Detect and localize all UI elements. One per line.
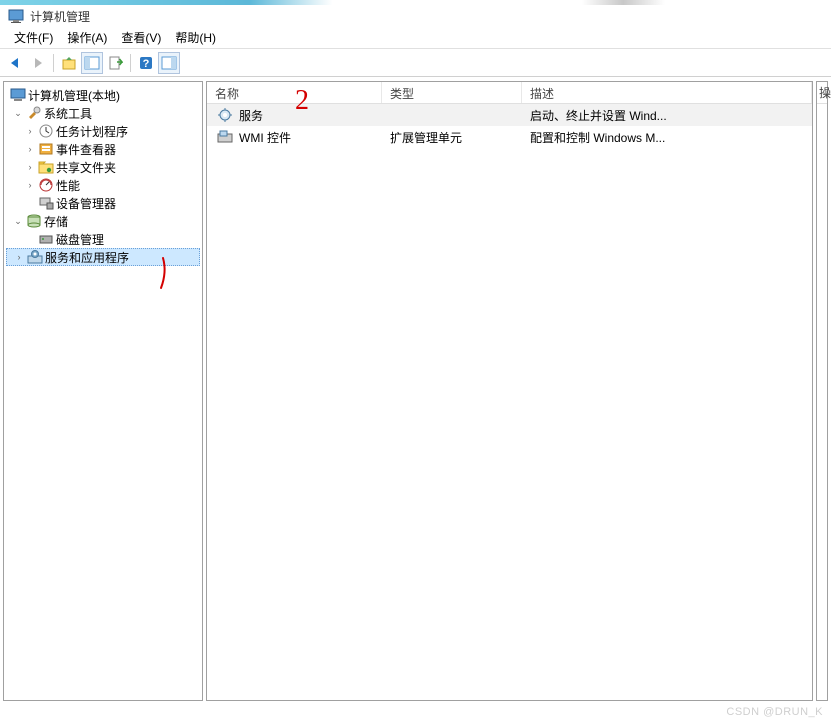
- menu-file[interactable]: 文件(F): [8, 27, 59, 48]
- tree-label: 事件查看器: [56, 141, 116, 158]
- menu-action[interactable]: 操作(A): [61, 27, 113, 48]
- tree-label: 性能: [56, 177, 80, 194]
- tree-label: 服务和应用程序: [45, 249, 129, 266]
- tree-panel[interactable]: 计算机管理(本地) ⌄ 系统工具 › 任务计划程序 › 事件查看器: [3, 81, 203, 701]
- tree-disk-mgmt[interactable]: 磁盘管理: [6, 230, 200, 248]
- disk-icon: [38, 231, 54, 247]
- expand-icon[interactable]: ›: [13, 252, 25, 262]
- tree-task-scheduler[interactable]: › 任务计划程序: [6, 122, 200, 140]
- tree-shared-folders[interactable]: › 共享文件夹: [6, 158, 200, 176]
- expand-icon[interactable]: ›: [24, 126, 36, 136]
- col-header-name[interactable]: 名称: [207, 82, 382, 103]
- performance-icon: [38, 177, 54, 193]
- show-hide-action-pane-button[interactable]: [158, 52, 180, 74]
- cell-name: WMI 控件: [239, 129, 291, 146]
- col-header-type[interactable]: 类型: [382, 82, 522, 103]
- list-row-services[interactable]: 服务 启动、终止并设置 Wind...: [207, 104, 812, 126]
- cell-type: 扩展管理单元: [382, 127, 522, 148]
- tree-label: 设备管理器: [56, 195, 116, 212]
- cell-desc: 启动、终止并设置 Wind...: [522, 105, 812, 126]
- event-icon: [38, 141, 54, 157]
- svg-text:?: ?: [143, 58, 150, 70]
- tree-root[interactable]: 计算机管理(本地): [6, 86, 200, 104]
- forward-button[interactable]: [27, 52, 49, 74]
- tree-device-manager[interactable]: 设备管理器: [6, 194, 200, 212]
- app-icon: [8, 8, 24, 24]
- show-hide-tree-button[interactable]: [81, 52, 103, 74]
- clock-icon: [38, 123, 54, 139]
- tree-label: 磁盘管理: [56, 231, 104, 248]
- wmi-icon: [217, 129, 233, 145]
- expand-icon[interactable]: ›: [24, 180, 36, 190]
- tree-label: 系统工具: [44, 105, 92, 122]
- menu-help[interactable]: 帮助(H): [169, 27, 222, 48]
- list-header: 名称 类型 描述: [207, 82, 812, 104]
- expand-icon[interactable]: ›: [24, 144, 36, 154]
- tree-storage[interactable]: ⌄ 存储: [6, 212, 200, 230]
- collapse-icon[interactable]: ⌄: [12, 108, 24, 119]
- storage-icon: [26, 213, 42, 229]
- titlebar: 计算机管理: [0, 5, 831, 27]
- tree-performance[interactable]: › 性能: [6, 176, 200, 194]
- expand-icon[interactable]: ›: [24, 162, 36, 172]
- actions-header: 操: [817, 82, 827, 104]
- tree-label: 计算机管理(本地): [28, 87, 120, 104]
- back-button[interactable]: [4, 52, 26, 74]
- tree-event-viewer[interactable]: › 事件查看器: [6, 140, 200, 158]
- device-icon: [38, 195, 54, 211]
- list-panel[interactable]: 名称 类型 描述 服务 启动、终止并设置 Wind... WMI 控件 扩展管理…: [206, 81, 813, 701]
- up-button[interactable]: [58, 52, 80, 74]
- export-button[interactable]: [104, 52, 126, 74]
- computer-icon: [10, 87, 26, 103]
- tree-label: 存储: [44, 213, 68, 230]
- window-title: 计算机管理: [30, 8, 90, 25]
- tree-label: 任务计划程序: [56, 123, 128, 140]
- list-row-wmi[interactable]: WMI 控件 扩展管理单元 配置和控制 Windows M...: [207, 126, 812, 148]
- tree-systools[interactable]: ⌄ 系统工具: [6, 104, 200, 122]
- cell-type: [382, 113, 522, 117]
- col-header-desc[interactable]: 描述: [522, 82, 812, 103]
- tree-label: 共享文件夹: [56, 159, 116, 176]
- collapse-icon[interactable]: ⌄: [12, 216, 24, 227]
- gear-icon: [217, 107, 233, 123]
- menu-view[interactable]: 查看(V): [115, 27, 167, 48]
- cell-desc: 配置和控制 Windows M...: [522, 127, 812, 148]
- tree-services-apps[interactable]: › 服务和应用程序: [6, 248, 200, 266]
- services-apps-icon: [27, 249, 43, 265]
- actions-panel: 操: [816, 81, 828, 701]
- watermark: CSDN @DRUN_K: [726, 706, 823, 718]
- cell-name: 服务: [239, 107, 263, 124]
- folder-share-icon: [38, 159, 54, 175]
- menubar: 文件(F) 操作(A) 查看(V) 帮助(H): [0, 27, 831, 49]
- tools-icon: [26, 105, 42, 121]
- toolbar: ?: [0, 49, 831, 77]
- help-button[interactable]: ?: [135, 52, 157, 74]
